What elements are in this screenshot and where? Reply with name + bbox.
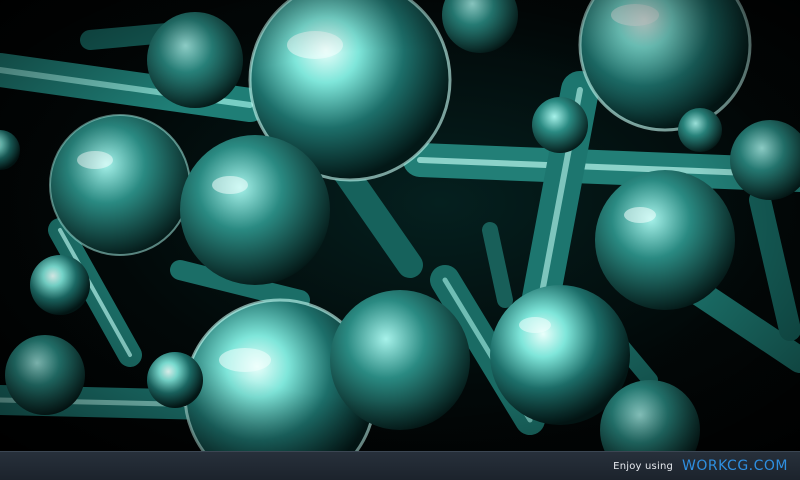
credit-footer-bar: Enjoy using WORKCG.COM — [0, 451, 800, 480]
atom-spheres — [0, 0, 800, 451]
molecule-illustration — [0, 0, 800, 451]
glass-molecule-artwork — [0, 0, 800, 451]
credit-prefix: Enjoy using — [613, 460, 674, 472]
brand-name: WORKCG.COM — [682, 458, 788, 474]
wallpaper-frame: Enjoy using WORKCG.COM — [0, 0, 800, 480]
